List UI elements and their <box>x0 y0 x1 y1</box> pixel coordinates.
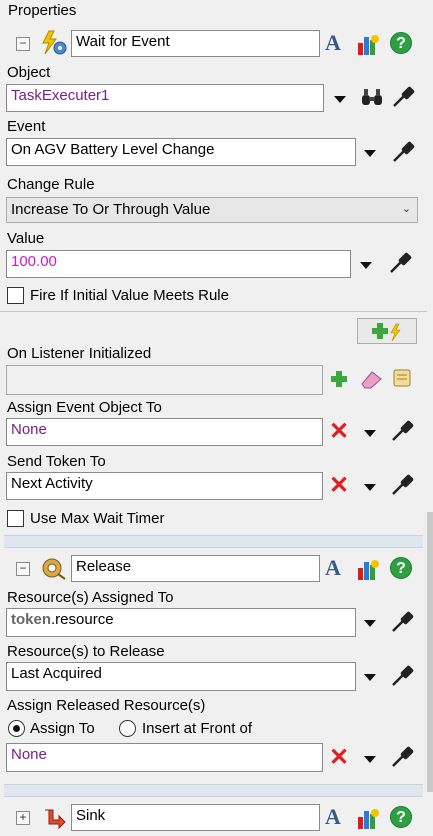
object-dropdown-icon[interactable] <box>334 96 346 103</box>
resources-release-field[interactable]: Last Acquired <box>6 662 356 691</box>
sink-icon <box>41 806 67 832</box>
assign-released-label: Assign Released Resource(s) <box>7 697 206 714</box>
help-icon[interactable]: ? <box>390 32 412 54</box>
font-icon[interactable]: A <box>325 804 341 830</box>
value-field[interactable]: 100.00 <box>6 250 351 278</box>
fire-initial-checkbox[interactable] <box>7 287 24 304</box>
add-icon[interactable] <box>329 369 349 389</box>
divider <box>0 311 427 312</box>
on-listener-field[interactable] <box>6 365 323 395</box>
font-icon[interactable]: A <box>325 30 341 56</box>
max-wait-checkbox[interactable] <box>7 510 24 527</box>
change-rule-select[interactable]: Increase To Or Through Value ⌄ <box>6 197 418 223</box>
on-listener-label: On Listener Initialized <box>7 345 152 362</box>
resources-assigned-dropdown-icon[interactable] <box>364 620 376 627</box>
change-rule-value: Increase To Or Through Value <box>11 201 211 218</box>
radio-assign-to-label: Assign To <box>30 720 95 737</box>
object-label: Object <box>7 64 51 81</box>
send-token-field[interactable]: Next Activity <box>6 472 323 500</box>
eyedropper-icon[interactable] <box>389 744 415 770</box>
release-icon <box>41 557 67 581</box>
assign-event-dropdown-icon[interactable] <box>364 430 376 437</box>
color-palette-icon[interactable] <box>355 31 381 57</box>
release-name-input[interactable]: Release <box>71 555 320 582</box>
panel-title: Properties <box>8 2 77 19</box>
event-field[interactable]: On AGV Battery Level Change <box>6 138 356 166</box>
assign-event-label: Assign Event Object To <box>7 399 162 416</box>
fire-initial-label: Fire If Initial Value Meets Rule <box>30 287 229 304</box>
assign-to-field[interactable]: None <box>6 743 323 772</box>
resources-assigned-rest: .resource <box>51 611 114 628</box>
change-rule-label: Change Rule <box>7 176 95 193</box>
event-dropdown-icon[interactable] <box>364 150 376 157</box>
chevron-down-icon: ⌄ <box>401 203 411 215</box>
help-icon[interactable]: ? <box>390 806 412 828</box>
resources-assigned-label: Resource(s) Assigned To <box>7 589 174 606</box>
add-trigger-button[interactable] <box>357 318 417 344</box>
event-label: Event <box>7 118 46 135</box>
resources-release-label: Resource(s) to Release <box>7 643 165 660</box>
radio-insert-front[interactable] <box>119 720 136 737</box>
eyedropper-icon[interactable] <box>390 139 416 165</box>
section-divider <box>4 784 423 797</box>
value-label: Value <box>7 230 45 247</box>
value-dropdown-icon[interactable] <box>360 262 372 269</box>
eyedropper-icon[interactable] <box>389 663 415 689</box>
wait-event-icon <box>40 30 68 56</box>
help-icon[interactable]: ? <box>390 557 412 579</box>
send-token-label: Send Token To <box>7 453 106 470</box>
clear-icon[interactable]: ✕ <box>329 474 349 498</box>
token-keyword: token <box>11 611 52 628</box>
radio-assign-to[interactable] <box>8 720 25 737</box>
eyedropper-icon[interactable] <box>390 84 416 110</box>
radio-insert-front-label: Insert at Front of <box>142 720 253 737</box>
resources-release-dropdown-icon[interactable] <box>364 674 376 681</box>
script-icon[interactable] <box>390 367 414 389</box>
font-icon[interactable]: A <box>325 555 341 581</box>
expand-sink-button[interactable]: + <box>16 811 30 825</box>
object-field[interactable]: TaskExecuter1 <box>6 84 324 112</box>
assign-event-field[interactable]: None <box>6 418 323 446</box>
color-palette-icon[interactable] <box>355 556 381 582</box>
clear-icon[interactable]: ✕ <box>329 746 349 770</box>
eyedropper-icon[interactable] <box>389 418 415 444</box>
eraser-icon[interactable] <box>358 368 384 390</box>
eyedropper-icon[interactable] <box>389 609 415 635</box>
send-token-dropdown-icon[interactable] <box>364 484 376 491</box>
sink-name-input[interactable]: Sink <box>71 804 320 831</box>
clear-icon[interactable]: ✕ <box>329 420 349 444</box>
eyedropper-icon[interactable] <box>387 250 413 276</box>
collapse-release-button[interactable]: − <box>16 562 30 576</box>
collapse-wait-button[interactable]: − <box>16 37 30 51</box>
max-wait-label: Use Max Wait Timer <box>30 510 165 527</box>
binoculars-icon[interactable] <box>360 86 384 108</box>
wait-name-input[interactable]: Wait for Event <box>71 30 320 57</box>
section-divider <box>4 535 423 548</box>
assign-to-dropdown-icon[interactable] <box>364 756 376 763</box>
eyedropper-icon[interactable] <box>389 472 415 498</box>
resources-assigned-field[interactable]: token.resource <box>6 608 356 637</box>
color-palette-icon[interactable] <box>355 805 381 831</box>
scrollbar[interactable] <box>427 512 433 792</box>
